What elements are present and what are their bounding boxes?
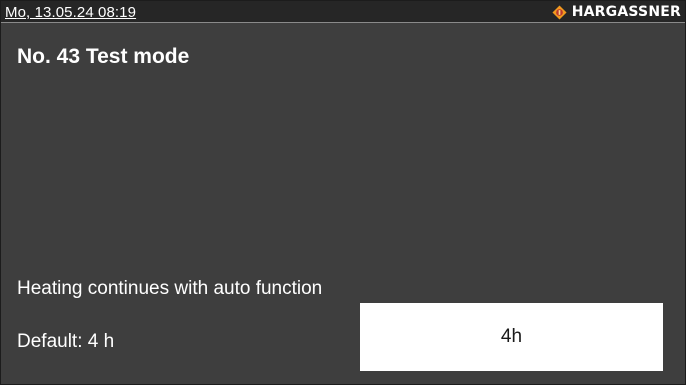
brand-name: HARGASSNER xyxy=(571,4,681,20)
value-text: 4h xyxy=(500,326,523,347)
description-text: Heating continues with auto function xyxy=(17,278,323,299)
page-title: No. 43 Test mode xyxy=(17,45,190,68)
status-bar: Mo, 13.05.24 08:19 HARGASSNER xyxy=(1,1,685,23)
datetime: Mo, 13.05.24 08:19 xyxy=(5,4,137,21)
value-input-field[interactable]: 4h xyxy=(360,303,663,371)
default-value-label: Default: 4 h xyxy=(17,331,115,352)
hargassner-logo-icon xyxy=(552,4,567,20)
brand-logo: HARGASSNER xyxy=(552,2,681,22)
screen: Mo, 13.05.24 08:19 HARGASSNER No. 43 Tes… xyxy=(0,0,686,385)
